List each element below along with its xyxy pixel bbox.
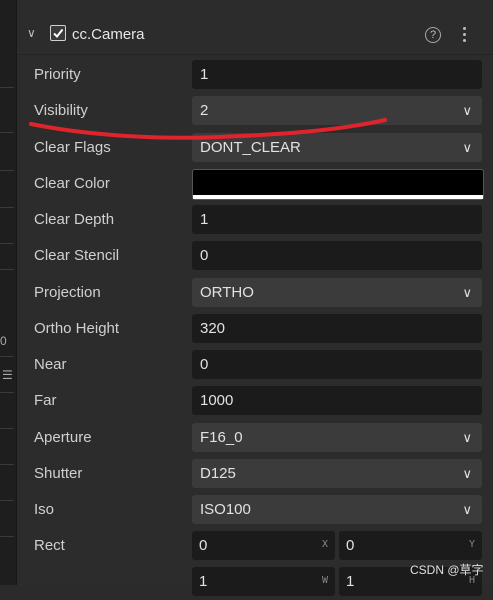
help-icon[interactable]: ? <box>425 27 441 43</box>
prop-label: Clear Color <box>34 174 110 192</box>
prop-row-near: Near 0 <box>17 347 493 383</box>
prop-row-rect: Rect 0 X 0 Y <box>17 528 493 564</box>
prop-label: Clear Depth <box>34 211 115 228</box>
left-panel-edge: 0 ☰ <box>0 0 17 585</box>
prop-label: Visibility <box>34 102 88 120</box>
field-value: 320 <box>200 319 226 337</box>
number-input[interactable]: 1 <box>192 205 482 234</box>
divider <box>0 536 14 537</box>
prop-label: Clear Flags <box>34 138 111 156</box>
rect-y-unit: Y <box>468 539 475 550</box>
dropdown-select[interactable]: D125 ∨ <box>192 458 482 488</box>
field-value: ORTHO <box>200 283 254 301</box>
divider <box>0 500 14 501</box>
inspector-panel: ∨ cc.Camera ? Priority 1 Visibility 2 ∨ Clear… <box>17 0 493 596</box>
divider <box>0 132 14 133</box>
prop-row-iso: Iso ISO100 ∨ <box>17 492 493 528</box>
prop-row-clear-stencil: Clear Stencil 0 <box>17 238 493 274</box>
prop-row-ortho-height: Ortho Height 320 <box>17 311 493 347</box>
prop-label: Rect <box>34 537 65 554</box>
chevron-down-icon: ∨ <box>462 284 472 300</box>
prop-label: Shutter <box>34 464 83 482</box>
left-strip-zero: 0 <box>0 334 7 348</box>
prop-label: Clear Stencil <box>34 247 120 265</box>
rect-w-value: 1 <box>199 573 208 590</box>
dropdown-select[interactable]: 2 ∨ <box>192 96 482 126</box>
prop-label: Iso <box>34 501 55 518</box>
dropdown-select[interactable]: ORTHO ∨ <box>192 277 482 307</box>
number-input[interactable]: 0 <box>192 350 482 379</box>
color-picker-field[interactable] <box>192 168 484 200</box>
field-value: ISO100 <box>200 501 251 518</box>
field-value: 2 <box>200 102 209 120</box>
number-input[interactable]: 1 <box>192 60 482 89</box>
divider <box>0 356 14 357</box>
field-value: F16_0 <box>200 428 243 446</box>
chevron-down-icon: ∨ <box>462 502 472 517</box>
field-value: 1000 <box>200 392 234 410</box>
prop-row-projection: Projection ORTHO ∨ <box>17 275 493 311</box>
component-title: cc.Camera <box>72 26 145 43</box>
chevron-down-icon: ∨ <box>462 103 472 119</box>
divider <box>0 464 14 465</box>
rect-w-input[interactable]: 1 W <box>192 567 335 596</box>
rect-x-input[interactable]: 0 X <box>192 531 335 560</box>
rect-w-unit: W <box>321 575 328 586</box>
divider <box>0 243 14 244</box>
rect-x-value: 0 <box>199 537 208 554</box>
hamburger-icon[interactable]: ☰ <box>2 368 13 382</box>
watermark: CSDN @草字 <box>410 563 484 577</box>
divider <box>0 269 14 270</box>
divider <box>0 392 14 393</box>
prop-label: Priority <box>34 66 81 83</box>
prop-label: Ortho Height <box>34 319 120 337</box>
divider <box>0 207 14 208</box>
rect-y-input[interactable]: 0 Y <box>339 531 482 560</box>
prop-row-priority: Priority 1 <box>17 57 493 93</box>
prop-row-aperture: Aperture F16_0 ∨ <box>17 420 493 456</box>
check-icon <box>53 28 64 39</box>
chevron-down-icon[interactable]: ∨ <box>27 26 36 40</box>
field-value: 0 <box>200 356 209 373</box>
more-vert-icon[interactable] <box>462 27 468 43</box>
field-value: 1 <box>200 66 209 83</box>
field-value: 1 <box>200 211 209 228</box>
dropdown-select[interactable]: ISO100 ∨ <box>192 495 482 524</box>
divider <box>0 87 14 88</box>
prop-row-clear-flags: Clear Flags DONT_CLEAR ∨ <box>17 130 493 166</box>
rect-x-unit: X <box>321 539 328 550</box>
field-value: D125 <box>200 464 236 482</box>
prop-row-shutter: Shutter D125 ∨ <box>17 456 493 492</box>
dropdown-select[interactable]: DONT_CLEAR ∨ <box>192 132 482 162</box>
number-input[interactable]: 1000 <box>192 386 482 416</box>
rect-y-value: 0 <box>346 537 355 554</box>
field-value: 0 <box>200 247 209 265</box>
divider <box>0 428 14 429</box>
prop-row-clear-color: Clear Color <box>17 166 493 202</box>
prop-row-far: Far 1000 <box>17 383 493 419</box>
prop-label: Projection <box>34 283 101 301</box>
dropdown-select[interactable]: F16_0 ∨ <box>192 422 482 452</box>
chevron-down-icon: ∨ <box>462 139 472 155</box>
prop-label: Far <box>34 392 57 410</box>
field-value: DONT_CLEAR <box>200 138 301 156</box>
prop-label: Near <box>34 356 67 373</box>
prop-label: Aperture <box>34 428 92 446</box>
number-input[interactable]: 0 <box>192 241 482 271</box>
prop-row-visibility: Visibility 2 ∨ <box>17 93 493 129</box>
divider <box>0 170 14 171</box>
prop-row-clear-depth: Clear Depth 1 <box>17 202 493 238</box>
rect-h-value: 1 <box>346 573 355 590</box>
alpha-bar <box>193 194 483 199</box>
enable-checkbox[interactable] <box>50 25 66 41</box>
number-input[interactable]: 320 <box>192 313 482 343</box>
chevron-down-icon: ∨ <box>462 429 472 445</box>
chevron-down-icon: ∨ <box>462 465 472 481</box>
component-header: ∨ cc.Camera ? <box>17 14 493 55</box>
